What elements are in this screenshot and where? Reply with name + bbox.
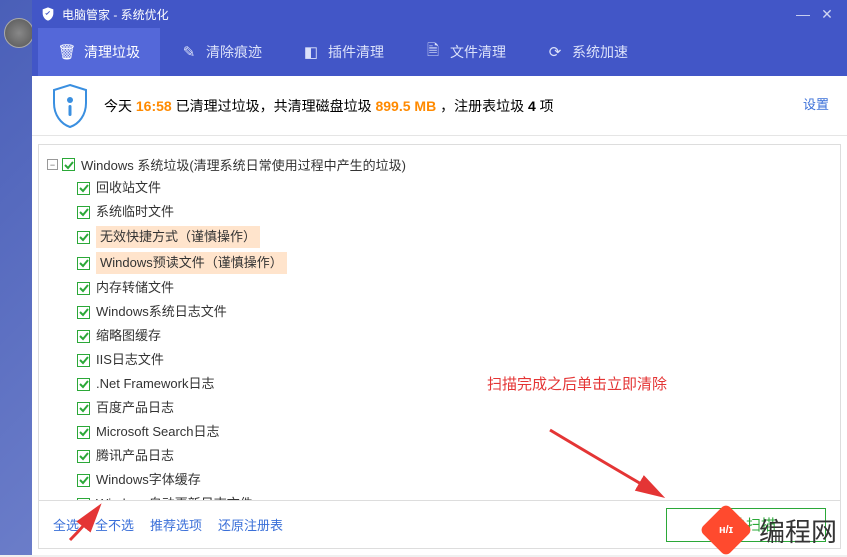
watermark-logo-icon: ʜ/ɪ: [699, 503, 753, 557]
tree-root-label: Windows 系统垃圾(清理系统日常使用过程中产生的垃圾): [81, 155, 406, 174]
tab-traces[interactable]: ✎ 清除痕迹: [160, 28, 282, 76]
tree-item[interactable]: Windows预读文件（谨慎操作）: [47, 250, 836, 276]
title-bar: 电脑管家 - 系统优化 — ✕: [32, 0, 847, 28]
tree-item-label: 缩略图缓存: [96, 326, 161, 346]
settings-link[interactable]: 设置: [803, 94, 829, 113]
checkbox[interactable]: [77, 330, 90, 343]
tab-files[interactable]: 🗎 文件清理: [404, 28, 526, 76]
close-button[interactable]: ✕: [815, 4, 839, 24]
tree-item[interactable]: Windows字体缓存: [47, 468, 836, 492]
tab-speedup[interactable]: ⟳ 系统加速: [526, 28, 648, 76]
checkbox[interactable]: [77, 426, 90, 439]
tree-item[interactable]: 缩略图缓存: [47, 324, 836, 348]
checkbox[interactable]: [77, 378, 90, 391]
tree-item-label: 百度产品日志: [96, 398, 174, 418]
checkbox[interactable]: [77, 282, 90, 295]
tree-item-label: .Net Framework日志: [96, 374, 214, 394]
checkbox[interactable]: [77, 231, 90, 244]
tree-item-label: Microsoft Search日志: [96, 422, 220, 442]
tree-item-label: Windows自动更新日志文件: [96, 494, 253, 501]
tree-item-label: IIS日志文件: [96, 350, 164, 370]
minimize-button[interactable]: —: [791, 4, 815, 24]
checkbox[interactable]: [77, 206, 90, 219]
checkbox[interactable]: [77, 306, 90, 319]
tree-item[interactable]: 回收站文件: [47, 176, 836, 200]
tree-item[interactable]: .Net Framework日志: [47, 372, 836, 396]
file-icon: 🗎: [424, 43, 442, 61]
select-none-link[interactable]: 全不选: [95, 515, 134, 534]
tree-item-label: Windows字体缓存: [96, 470, 201, 490]
collapse-icon[interactable]: −: [47, 159, 58, 170]
info-shield-icon: [50, 83, 90, 129]
tab-label: 清除痕迹: [206, 42, 262, 62]
tree-item-label: 回收站文件: [96, 178, 161, 198]
tree-view[interactable]: − Windows 系统垃圾(清理系统日常使用过程中产生的垃圾) 回收站文件系统临时…: [38, 144, 841, 501]
speed-icon: ⟳: [546, 43, 564, 61]
recommended-link[interactable]: 推荐选项: [150, 515, 202, 534]
checkbox[interactable]: [77, 474, 90, 487]
tree-root-node[interactable]: − Windows 系统垃圾(清理系统日常使用过程中产生的垃圾): [47, 153, 836, 176]
ignore-registry-link[interactable]: 还原注册表: [218, 515, 283, 534]
tree-item[interactable]: IIS日志文件: [47, 348, 836, 372]
tree-item[interactable]: 系统临时文件: [47, 200, 836, 224]
tree-item-label: Windows系统日志文件: [96, 302, 227, 322]
avatar: [4, 18, 34, 48]
status-size: 899.5 MB: [375, 98, 436, 114]
tree-item-label: 内存转储文件: [96, 278, 174, 298]
tree-item[interactable]: 百度产品日志: [47, 396, 836, 420]
tree-item-label: 无效快捷方式（谨慎操作）: [96, 226, 260, 248]
checkbox[interactable]: [62, 158, 75, 171]
status-count: 4: [528, 98, 536, 114]
checkbox[interactable]: [77, 182, 90, 195]
tree-item-label: Windows预读文件（谨慎操作）: [96, 252, 287, 274]
desktop-background: [0, 0, 32, 555]
watermark: ʜ/ɪ 编程网: [707, 511, 837, 549]
tree-item[interactable]: 无效快捷方式（谨慎操作）: [47, 224, 836, 250]
checkbox[interactable]: [77, 354, 90, 367]
app-window: 电脑管家 - 系统优化 — ✕ 🗑 清理垃圾 ✎ 清除痕迹 ◧ 插件清理 🗎 文…: [32, 0, 847, 555]
status-text: 今天 16:58 已清理过垃圾，共清理磁盘垃圾 899.5 MB ，注册表垃圾 …: [104, 96, 554, 116]
app-shield-icon: [40, 6, 56, 22]
tab-label: 系统加速: [572, 42, 628, 62]
checkbox[interactable]: [77, 450, 90, 463]
plugin-icon: ◧: [302, 43, 320, 61]
status-info-bar: 今天 16:58 已清理过垃圾，共清理磁盘垃圾 899.5 MB ，注册表垃圾 …: [32, 76, 847, 136]
status-time: 16:58: [136, 98, 172, 114]
tab-plugins[interactable]: ◧ 插件清理: [282, 28, 404, 76]
tree-item[interactable]: 内存转储文件: [47, 276, 836, 300]
tab-cleanup[interactable]: 🗑 清理垃圾: [38, 28, 160, 76]
select-all-link[interactable]: 全选: [53, 515, 79, 534]
tab-label: 文件清理: [450, 42, 506, 62]
brush-icon: ✎: [180, 43, 198, 61]
checkbox[interactable]: [77, 257, 90, 270]
tab-label: 插件清理: [328, 42, 384, 62]
tree-item-label: 腾讯产品日志: [96, 446, 174, 466]
tree-item[interactable]: Microsoft Search日志: [47, 420, 836, 444]
tree-item[interactable]: Windows自动更新日志文件: [47, 492, 836, 501]
tree-item[interactable]: Windows系统日志文件: [47, 300, 836, 324]
tree-item[interactable]: 腾讯产品日志: [47, 444, 836, 468]
trash-icon: 🗑: [58, 43, 76, 61]
window-title: 电脑管家 - 系统优化: [62, 6, 791, 23]
tab-label: 清理垃圾: [84, 42, 140, 62]
checkbox[interactable]: [77, 402, 90, 415]
tab-bar: 🗑 清理垃圾 ✎ 清除痕迹 ◧ 插件清理 🗎 文件清理 ⟳ 系统加速: [32, 28, 847, 76]
watermark-text: 编程网: [759, 512, 837, 549]
tree-item-label: 系统临时文件: [96, 202, 174, 222]
